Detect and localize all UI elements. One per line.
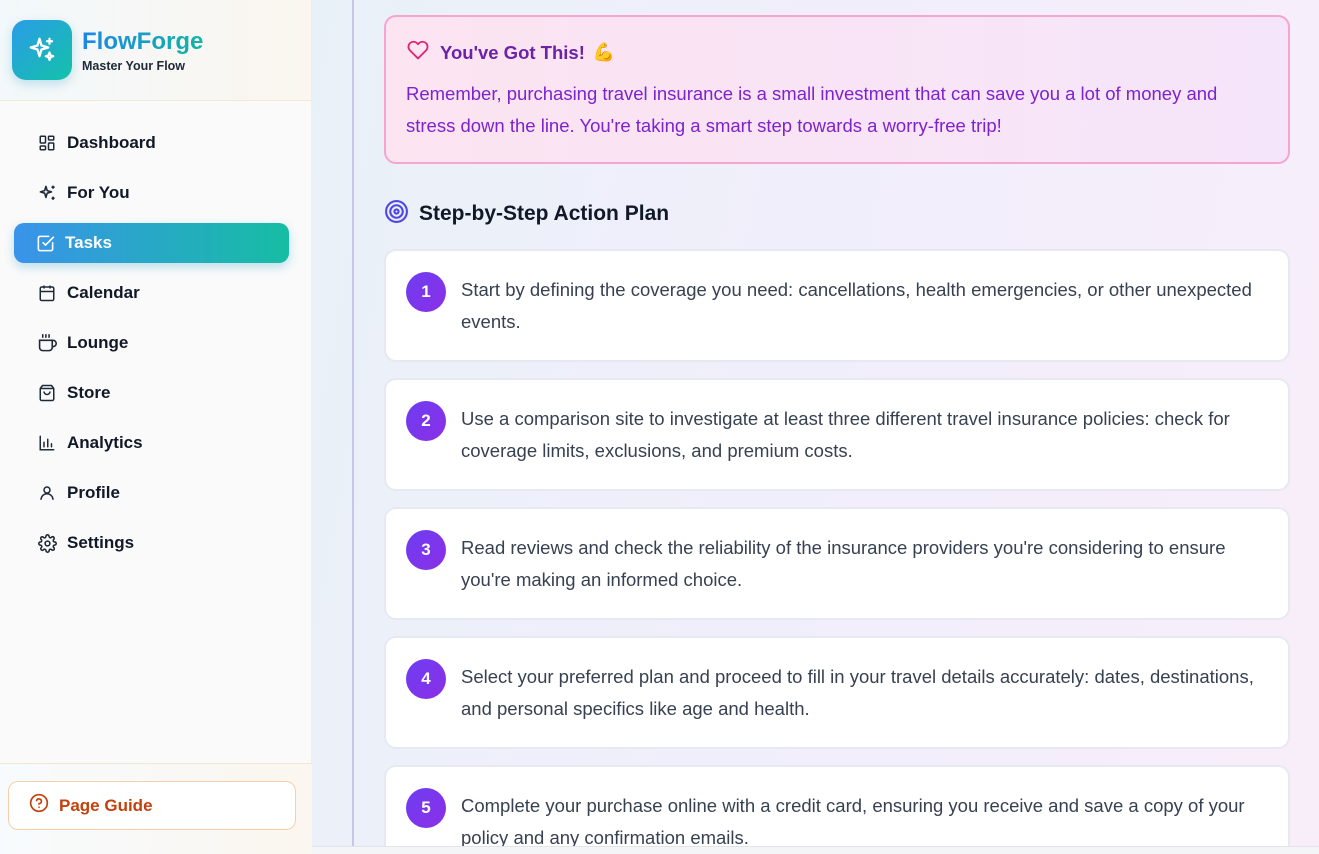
grid-icon — [37, 133, 57, 153]
calendar-icon — [37, 283, 57, 303]
sidebar-item-label: Settings — [67, 533, 135, 552]
sidebar-item-label: Calendar — [67, 283, 140, 302]
action-step: 1 Start by defining the coverage you nee… — [384, 249, 1290, 362]
step-text: Use a comparison site to investigate at … — [461, 407, 1230, 461]
sidebar-item-lounge[interactable]: Lounge — [14, 323, 289, 363]
action-step: 2 Use a comparison site to investigate a… — [384, 378, 1290, 491]
action-step: 5 Complete your purchase online with a c… — [384, 765, 1290, 854]
sidebar-item-store[interactable]: Store — [14, 373, 289, 413]
sidebar-nav: Dashboard For You Tasks Calendar Lounge — [14, 123, 289, 573]
sidebar-item-label: Analytics — [67, 433, 143, 452]
step-number-badge: 1 — [406, 272, 446, 312]
brand-header: FlowForge Master Your Flow — [0, 0, 311, 101]
step-text: Start by defining the coverage you need:… — [461, 278, 1252, 332]
sidebar-item-calendar[interactable]: Calendar — [14, 273, 289, 313]
user-icon — [37, 483, 57, 503]
check-square-icon — [35, 233, 55, 253]
sidebar-item-profile[interactable]: Profile — [14, 473, 289, 513]
sidebar-footer: Page Guide — [0, 763, 312, 854]
sidebar-item-label: Tasks — [65, 233, 112, 252]
action-step: 4 Select your preferred plan and proceed… — [384, 636, 1290, 749]
action-step: 3 Read reviews and check the reliability… — [384, 507, 1290, 620]
step-number-badge: 2 — [406, 401, 446, 441]
action-plan-title: Step-by-Step Action Plan — [419, 202, 670, 225]
coffee-icon — [37, 333, 57, 353]
page-guide-button[interactable]: Page Guide — [8, 781, 296, 830]
flexed-biceps-emoji: 💪 — [592, 42, 616, 62]
sidebar-item-label: Profile — [67, 483, 120, 502]
encouragement-body: Remember, purchasing travel insurance is… — [406, 83, 1218, 136]
brand-name: FlowForge — [82, 27, 204, 55]
bar-chart-icon — [37, 433, 57, 453]
sidebar-item-for-you[interactable]: For You — [14, 173, 289, 213]
sidebar-item-label: Lounge — [67, 333, 129, 352]
step-text: Complete your purchase online with a cre… — [461, 794, 1245, 848]
sidebar-item-settings[interactable]: Settings — [14, 523, 289, 563]
gear-icon — [37, 533, 57, 553]
shopping-bag-icon — [37, 383, 57, 403]
horizontal-scrollbar[interactable] — [312, 846, 1319, 854]
encouragement-card: You've Got This! 💪 Remember, purchasing … — [384, 15, 1290, 164]
encouragement-title: You've Got This! — [440, 41, 585, 63]
page-guide-label: Page Guide — [59, 795, 153, 815]
sidebar-item-label: For You — [67, 183, 130, 202]
step-number-badge: 4 — [406, 659, 446, 699]
sidebar: FlowForge Master Your Flow Dashboard For… — [0, 0, 312, 854]
sidebar-item-label: Store — [67, 383, 111, 402]
main-divider — [352, 0, 354, 846]
target-icon — [384, 199, 409, 229]
sparkles-icon — [37, 183, 57, 203]
sparkles-icon[interactable] — [12, 20, 72, 80]
sidebar-item-label: Dashboard — [67, 133, 156, 152]
heart-icon — [406, 39, 430, 66]
sidebar-item-dashboard[interactable]: Dashboard — [14, 123, 289, 163]
step-number-badge: 3 — [406, 530, 446, 570]
sidebar-item-analytics[interactable]: Analytics — [14, 423, 289, 463]
sidebar-item-tasks[interactable]: Tasks — [14, 223, 289, 263]
action-plan-header: Step-by-Step Action Plan — [384, 199, 669, 229]
brand-tagline: Master Your Flow — [82, 58, 186, 73]
step-text: Read reviews and check the reliability o… — [461, 536, 1226, 590]
help-circle-icon — [29, 793, 49, 818]
step-text: Select your preferred plan and proceed t… — [461, 665, 1254, 719]
step-number-badge: 5 — [406, 788, 446, 828]
